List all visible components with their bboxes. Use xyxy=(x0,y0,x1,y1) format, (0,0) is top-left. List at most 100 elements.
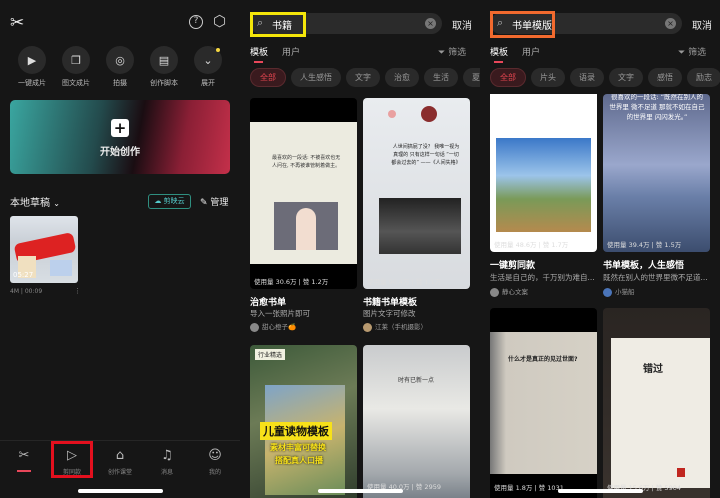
quick-action-script[interactable]: ▤ xyxy=(150,46,178,74)
card-title: 书籍书单模板 xyxy=(363,298,418,308)
card-author[interactable]: 静心文案 xyxy=(490,286,528,297)
highlight-box xyxy=(250,12,306,37)
card-author[interactable]: 小猫船 xyxy=(603,286,635,297)
template-card[interactable]: 很喜欢的一段话: “既然在别人的世界里 微不足道 那就不如在自己的世界里 闪闪发… xyxy=(603,94,710,252)
avatar xyxy=(490,287,499,297)
chip[interactable]: 语录 xyxy=(570,68,604,87)
start-creation-label: 开始创作 xyxy=(100,147,140,158)
scissors-icon: ✂ xyxy=(18,448,30,463)
draft-thumbnail[interactable]: 05:27 xyxy=(10,216,78,283)
card-image: 错过 xyxy=(611,338,710,488)
card-image xyxy=(265,385,345,495)
chip[interactable]: 全部 xyxy=(490,68,526,87)
template-card[interactable]: 行业精选 儿童读物模板 素材丰富可替换 搭配真人口播 xyxy=(250,345,357,498)
avatar xyxy=(363,322,372,332)
cancel-button[interactable]: 取消 xyxy=(692,17,712,32)
card-subtitle: 既然在别人的世界里微不足道... xyxy=(603,273,708,282)
quick-action-camera[interactable]: ◎ xyxy=(106,46,134,74)
search-screen-books: ⌕ 书籍 × 取消 模板 用户 ⏷ 筛选 全部 人生感悟 文字 治愈 生活 夏日… xyxy=(240,0,480,498)
cloud-button[interactable]: ☁ 剪映云 xyxy=(148,194,191,209)
tab-templates[interactable]: 模板 xyxy=(490,45,508,58)
home-indicator xyxy=(318,489,403,493)
search-screen-booklist: ⌕ 书单模版 × 取消 模板 用户 ⏷ 筛选 全部 片头 语录 文字 感悟 励志… xyxy=(480,0,720,498)
category-chips: 全部 片头 语录 文字 感悟 励志 治愈 xyxy=(490,68,720,87)
home-indicator xyxy=(78,489,163,493)
template-card[interactable]: 使用量 48.6万 | 赞 1.7万 xyxy=(490,94,597,252)
tab-indicator xyxy=(254,61,263,63)
filter-button[interactable]: ⏷ 筛选 xyxy=(438,45,466,58)
avatar xyxy=(250,322,259,332)
template-card[interactable]: 人世间搞屁了没？ 我唯一视为真理的 只有这样一句话 “一切都会过去的” ——《人… xyxy=(363,98,470,289)
quick-action-image-text[interactable]: ❐ xyxy=(62,46,90,74)
bell-icon: ♫ xyxy=(161,448,173,463)
cancel-button[interactable]: 取消 xyxy=(452,17,472,32)
card-stats: 使用量 39.4万 | 赞 1.5万 xyxy=(607,241,682,249)
start-creation-button[interactable]: + 开始创作 xyxy=(10,100,230,174)
template-card[interactable]: 什么才是真正的见过世面? 使用量 1.8万 | 赞 1031 xyxy=(490,308,597,498)
card-image xyxy=(496,138,591,232)
card-badge: 行业精选 xyxy=(255,349,286,360)
settings-icon[interactable]: ⬡ xyxy=(213,12,226,30)
chevron-down-icon: ⌄ xyxy=(53,199,60,208)
manage-button[interactable]: ✎ 管理 xyxy=(200,195,228,208)
chip[interactable]: 励志 xyxy=(687,68,720,87)
card-subtitle: 导入一张照片即可 xyxy=(250,309,310,318)
seal-stamp xyxy=(677,468,685,477)
drafts-title[interactable]: 本地草稿 ⌄ xyxy=(10,194,60,209)
template-card[interactable]: 时有已新一点 使用量 40.0万 | 赞 2959 xyxy=(363,345,470,498)
card-title: 书单模板，人生感悟 xyxy=(603,261,685,271)
highlight-box xyxy=(490,11,555,38)
card-headline: 儿童读物模板 xyxy=(260,422,332,440)
tab-users[interactable]: 用户 xyxy=(522,45,540,58)
card-title: 一键剪同款 xyxy=(490,261,536,271)
highlight-box xyxy=(51,441,93,478)
chip[interactable]: 感悟 xyxy=(648,68,682,87)
tab-indicator xyxy=(494,61,503,63)
chip[interactable]: 全部 xyxy=(250,68,286,87)
camera-icon: ◎ xyxy=(115,53,125,67)
card-stats: 使用量 90.4万 | 赞 1.1万 xyxy=(367,278,442,286)
chip[interactable]: 夏日 xyxy=(463,68,480,87)
template-card[interactable]: 最喜欢的一段话: 不被喜欢也无人问在, 不再被谁管制着做主。 使用量 30.6万… xyxy=(250,98,357,289)
filter-icon: ⏷ xyxy=(678,48,686,58)
chip[interactable]: 文字 xyxy=(346,68,380,87)
card-author[interactable]: 江莱（手机摄影） xyxy=(363,321,427,332)
chip[interactable]: 生活 xyxy=(424,68,458,87)
cloud-icon: ☁ xyxy=(154,197,162,205)
card-subtitle: 图片文字可修改 xyxy=(363,309,416,318)
template-card[interactable]: 错过 使用量 15.6万 | 赞 5904 xyxy=(603,308,710,498)
chip[interactable]: 人生感悟 xyxy=(291,68,341,87)
card-image xyxy=(421,106,437,122)
chip[interactable]: 片头 xyxy=(531,68,565,87)
illustration xyxy=(274,202,338,250)
home-screen: ✂ ? ⬡ ▶ 一键成片 ❐ 图文成片 ◎ 拍摄 ▤ 创作脚本 ⌄ 展开 + 开… xyxy=(0,0,240,498)
notification-dot xyxy=(216,48,220,52)
chip[interactable]: 文字 xyxy=(609,68,643,87)
nav-messages[interactable]: ♫ 消息 xyxy=(145,448,189,476)
chip[interactable]: 治愈 xyxy=(385,68,419,87)
category-chips: 全部 人生感悟 文字 治愈 生活 夏日 xyxy=(250,68,480,87)
card-line: 搭配真人口播 xyxy=(275,456,323,465)
more-icon[interactable]: ⋮ xyxy=(74,287,81,295)
pencil-icon: ✎ xyxy=(200,198,208,208)
active-indicator xyxy=(17,470,31,472)
quick-action-one-click[interactable]: ▶ xyxy=(18,46,46,74)
card-author[interactable]: 甜心橙子🍊 xyxy=(250,321,296,332)
nav-me[interactable]: ☺ 我的 xyxy=(193,448,237,476)
tab-templates[interactable]: 模板 xyxy=(250,45,268,58)
card-image: 最喜欢的一段话: 不被喜欢也无人问在, 不再被谁管制着做主。 xyxy=(250,122,357,264)
divider xyxy=(0,440,240,441)
script-icon: ▤ xyxy=(158,53,170,67)
card-stats: 使用量 1.8万 | 赞 1031 xyxy=(494,484,564,492)
tab-users[interactable]: 用户 xyxy=(282,45,300,58)
help-icon[interactable]: ? xyxy=(189,15,203,29)
nav-course[interactable]: ⌂ 创作课堂 xyxy=(98,448,142,476)
filter-button[interactable]: ⏷ 筛选 xyxy=(678,45,706,58)
clear-icon[interactable]: × xyxy=(665,18,676,29)
card-title: 治愈书单 xyxy=(250,298,287,308)
play-icon: ▶ xyxy=(27,53,37,67)
nav-edit[interactable]: ✂ xyxy=(2,448,46,472)
graduation-cap-icon: ⌂ xyxy=(115,448,125,463)
clear-icon[interactable]: × xyxy=(425,18,436,29)
capcut-logo: ✂ xyxy=(10,13,25,33)
